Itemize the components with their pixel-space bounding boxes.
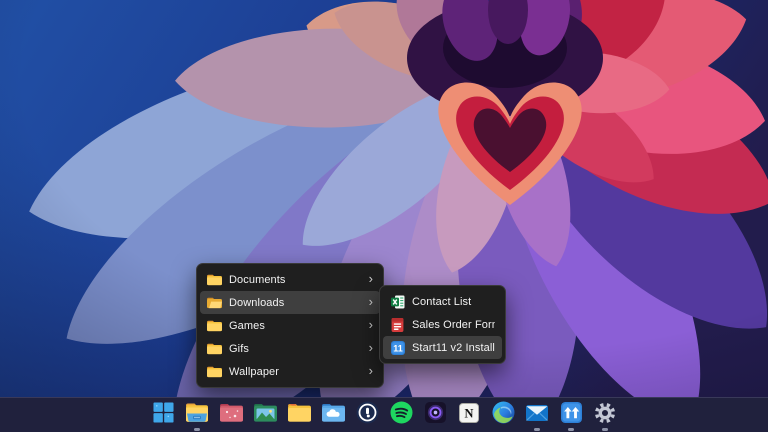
chevron-right-icon: ›	[369, 318, 373, 331]
svg-text:11: 11	[393, 343, 403, 353]
menu-item-label: Contact List	[412, 296, 495, 308]
submenu-item-contact-list[interactable]: Contact List	[383, 290, 502, 313]
taskbar-item-start11[interactable]	[558, 399, 584, 432]
taskbar-item-cloud-folder[interactable]	[320, 399, 346, 432]
taskbar-item-1password[interactable]	[354, 399, 380, 432]
menu-item-label: Downloads	[229, 297, 362, 309]
folder-plain-icon	[288, 403, 311, 422]
settings-gear-icon	[594, 402, 616, 424]
menu-item-label: Gifs	[229, 343, 362, 355]
chevron-right-icon: ›	[369, 295, 373, 308]
menu-item-label: Start11 v2 Installer	[412, 342, 495, 354]
folder-cloud-icon	[322, 403, 345, 422]
taskbar-item-pictures-folder[interactable]	[252, 399, 278, 432]
desktop: Documents › Downloads › Games › Gifs › W…	[0, 0, 768, 432]
windows-start-icon	[153, 402, 174, 423]
taskbar-item-red-folder[interactable]	[218, 399, 244, 432]
taskbar-item-start[interactable]	[150, 399, 176, 432]
context-menu: Documents › Downloads › Games › Gifs › W…	[196, 263, 384, 388]
folder-icon	[207, 273, 222, 286]
chevron-right-icon: ›	[369, 364, 373, 377]
menu-item-gifs[interactable]: Gifs ›	[200, 337, 380, 360]
file-explorer-icon	[185, 402, 209, 423]
taskbar-item-purple-app[interactable]	[422, 399, 448, 432]
submenu-item-start11-v2-installer[interactable]: 11 Start11 v2 Installer	[383, 336, 502, 359]
folder-pictures-icon	[254, 403, 277, 422]
purple-ring-app-icon	[425, 402, 446, 423]
one-password-icon	[356, 401, 379, 424]
folder-icon	[207, 365, 222, 378]
taskbar-item-spotify[interactable]	[388, 399, 414, 432]
edge-icon	[492, 401, 515, 424]
menu-item-label: Sales Order Form	[412, 319, 495, 331]
running-indicator	[194, 428, 200, 431]
running-indicator	[568, 428, 574, 431]
menu-item-games[interactable]: Games ›	[200, 314, 380, 337]
menu-item-label: Documents	[229, 274, 362, 286]
menu-item-label: Games	[229, 320, 362, 332]
red-document-icon	[391, 318, 404, 332]
chevron-right-icon: ›	[369, 341, 373, 354]
folder-icon	[207, 342, 222, 355]
taskbar-item-edge[interactable]	[490, 399, 516, 432]
chevron-right-icon: ›	[369, 272, 373, 285]
running-indicator	[602, 428, 608, 431]
taskbar-item-settings[interactable]	[592, 399, 618, 432]
wallpaper-flower	[0, 0, 768, 432]
taskbar-item-file-explorer[interactable]	[184, 399, 210, 432]
menu-item-downloads[interactable]: Downloads ›	[200, 291, 380, 314]
running-indicator	[534, 428, 540, 431]
taskbar-item-notion[interactable]: N	[456, 399, 482, 432]
folder-red-icon	[220, 403, 243, 422]
menu-item-label: Wallpaper	[229, 366, 362, 378]
excel-file-icon	[391, 295, 405, 309]
wallpaper	[0, 0, 768, 432]
start11-box-icon: 11	[391, 341, 405, 355]
notion-icon: N	[459, 403, 479, 423]
svg-text:N: N	[465, 406, 474, 420]
taskbar-item-mail[interactable]	[524, 399, 550, 432]
spotify-icon	[390, 401, 413, 424]
taskbar: N	[0, 397, 768, 432]
menu-item-documents[interactable]: Documents ›	[200, 268, 380, 291]
taskbar-item-yellow-folder[interactable]	[286, 399, 312, 432]
folder-open-icon	[207, 296, 222, 309]
mail-icon	[525, 403, 549, 423]
menu-item-wallpaper[interactable]: Wallpaper ›	[200, 360, 380, 383]
start11-app-icon	[561, 402, 582, 423]
submenu-item-sales-order-form[interactable]: Sales Order Form	[383, 313, 502, 336]
folder-icon	[207, 319, 222, 332]
context-submenu: Contact List Sales Order Form 11 Start11…	[379, 285, 506, 364]
